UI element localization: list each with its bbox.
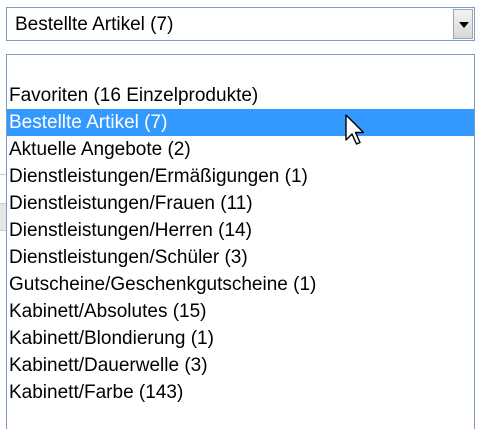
- category-select-value: Bestellte Artikel (7): [15, 14, 174, 35]
- dropdown-arrow-button[interactable]: [453, 9, 473, 39]
- dropdown-option[interactable]: Aktuelle Angebote (2): [7, 136, 474, 163]
- dropdown-option[interactable]: Dienstleistungen/Frauen (11): [7, 190, 474, 217]
- dropdown-option[interactable]: Dienstleistungen/Schüler (3): [7, 244, 474, 271]
- dropdown-option[interactable]: Kabinett/Farbe (143): [7, 379, 474, 406]
- dropdown-option-selected[interactable]: Bestellte Artikel (7): [7, 109, 474, 136]
- dropdown-option[interactable]: Kabinett/Blondierung (1): [7, 325, 474, 352]
- page: Bestellte Artikel (7) Favoriten (16 Einz…: [0, 0, 481, 429]
- dropdown-option[interactable]: Kabinett/Dauerwelle (3): [7, 352, 474, 379]
- dropdown-option[interactable]: Favoriten (16 Einzelprodukte): [7, 82, 474, 109]
- category-dropdown-list[interactable]: Favoriten (16 Einzelprodukte) Bestellte …: [6, 54, 475, 429]
- category-select[interactable]: Bestellte Artikel (7): [6, 7, 475, 41]
- mouse-pointer-icon: [345, 114, 365, 145]
- dropdown-option[interactable]: Dienstleistungen/Herren (14): [7, 217, 474, 244]
- dropdown-option[interactable]: Kabinett/Absolutes (15): [7, 298, 474, 325]
- dropdown-option-empty[interactable]: [7, 55, 474, 82]
- dropdown-option[interactable]: Dienstleistungen/Ermäßigungen (1): [7, 163, 474, 190]
- dropdown-option[interactable]: Gutscheine/Geschenkgutscheine (1): [7, 271, 474, 298]
- chevron-down-icon: [459, 22, 469, 28]
